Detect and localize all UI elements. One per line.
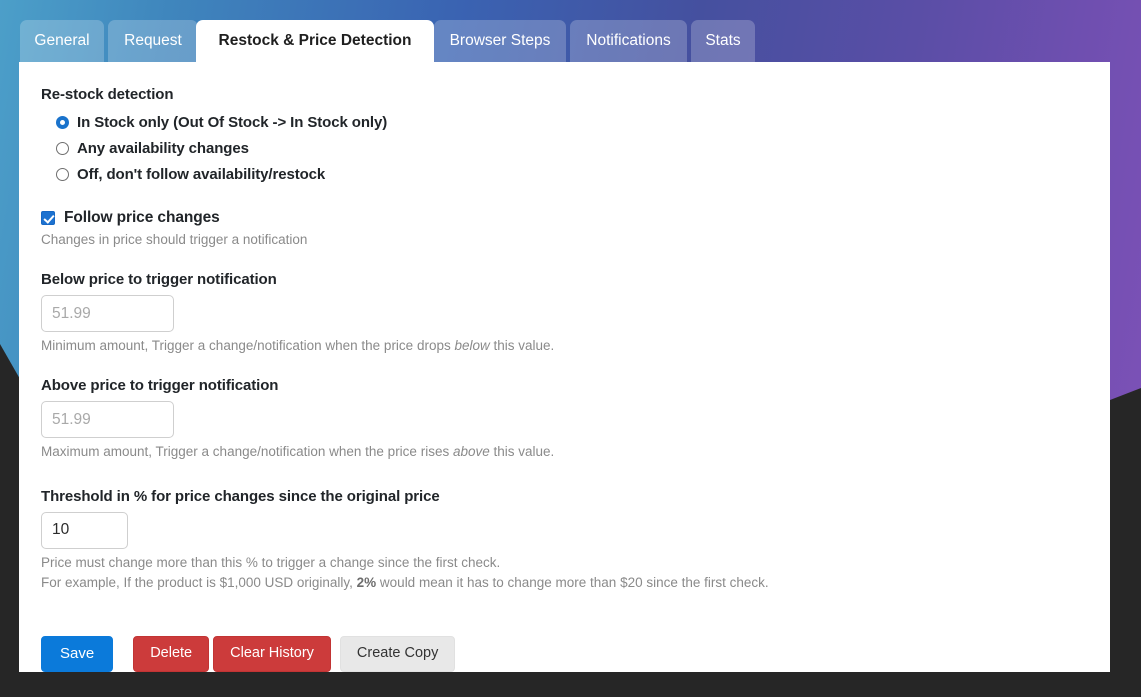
tab-request[interactable]: Request bbox=[108, 20, 198, 64]
restock-detection-title: Re-stock detection bbox=[41, 86, 174, 103]
save-button[interactable]: Save bbox=[41, 636, 114, 673]
radio-label: Off, don't follow availability/restock bbox=[77, 165, 326, 183]
above-price-help: Maximum amount, Trigger a change/notific… bbox=[41, 443, 1081, 461]
threshold-input[interactable] bbox=[41, 511, 128, 549]
radio-icon[interactable] bbox=[56, 141, 69, 155]
below-price-input[interactable] bbox=[41, 295, 174, 333]
restock-price-settings-form: Re-stock detection In Stock only (Out Of… bbox=[41, 86, 1081, 673]
below-price-field-group: Below price to trigger notification Mini… bbox=[41, 271, 1081, 355]
threshold-help-prefix: For example, If the product is $1,000 US… bbox=[41, 574, 357, 590]
above-price-field-group: Above price to trigger notification Maxi… bbox=[41, 377, 1081, 461]
above-price-help-prefix: Maximum amount, Trigger a change/notific… bbox=[41, 444, 453, 460]
restock-detection-radio-group: In Stock only (Out Of Stock -> In Stock … bbox=[41, 109, 1081, 187]
tab-general[interactable]: General bbox=[20, 20, 104, 64]
tab-label: Notifications bbox=[586, 32, 671, 49]
tab-browser-steps[interactable]: Browser Steps bbox=[434, 20, 566, 64]
threshold-help-line-1: Price must change more than this % to tr… bbox=[41, 554, 501, 570]
create-copy-button[interactable]: Create Copy bbox=[339, 636, 456, 672]
above-price-help-emphasis: above bbox=[452, 444, 490, 460]
follow-price-changes-row[interactable]: Follow price changes bbox=[41, 209, 1081, 227]
radio-icon[interactable] bbox=[56, 167, 69, 181]
delete-button[interactable]: Delete bbox=[133, 636, 210, 672]
above-price-help-suffix: this value. bbox=[489, 444, 555, 460]
below-price-help: Minimum amount, Trigger a change/notific… bbox=[41, 337, 1081, 355]
tab-strip: General Request Restock & Price Detectio… bbox=[0, 0, 1141, 64]
tab-label: General bbox=[34, 32, 90, 49]
below-price-help-suffix: this value. bbox=[489, 338, 555, 354]
clear-history-button[interactable]: Clear History bbox=[213, 636, 331, 672]
radio-option-off[interactable]: Off, don't follow availability/restock bbox=[56, 161, 1081, 187]
tab-label: Restock & Price Detection bbox=[218, 32, 412, 49]
tab-label: Stats bbox=[705, 32, 741, 49]
follow-price-changes-help: Changes in price should trigger a notifi… bbox=[41, 232, 308, 247]
threshold-help-line-2: For example, If the product is $1,000 US… bbox=[41, 574, 1081, 592]
content-panel: Re-stock detection In Stock only (Out Of… bbox=[19, 62, 1110, 673]
threshold-help-suffix: would mean it has to change more than $2… bbox=[376, 574, 769, 590]
radio-option-any-availability-changes[interactable]: Any availability changes bbox=[56, 135, 1081, 161]
radio-label: Any availability changes bbox=[77, 139, 249, 157]
radio-icon[interactable] bbox=[56, 115, 69, 129]
threshold-field-group: Threshold in % for price changes since t… bbox=[41, 488, 1081, 592]
threshold-label: Threshold in % for price changes since t… bbox=[41, 487, 440, 505]
radio-option-in-stock-only[interactable]: In Stock only (Out Of Stock -> In Stock … bbox=[56, 109, 1081, 135]
above-price-input[interactable] bbox=[41, 401, 174, 439]
radio-label: In Stock only (Out Of Stock -> In Stock … bbox=[77, 113, 388, 131]
below-price-label: Below price to trigger notification bbox=[41, 271, 277, 289]
form-button-bar: Save Delete Clear History Create Copy bbox=[41, 636, 1081, 673]
above-price-label: Above price to trigger notification bbox=[41, 377, 279, 395]
tab-stats[interactable]: Stats bbox=[691, 20, 755, 64]
checkbox-icon[interactable] bbox=[41, 211, 55, 225]
tab-restock-price-detection[interactable]: Restock & Price Detection bbox=[196, 20, 434, 64]
below-price-help-prefix: Minimum amount, Trigger a change/notific… bbox=[41, 338, 455, 354]
tab-label: Browser Steps bbox=[449, 32, 551, 49]
below-price-help-emphasis: below bbox=[454, 338, 490, 354]
tab-notifications[interactable]: Notifications bbox=[570, 20, 687, 64]
follow-price-changes-label: Follow price changes bbox=[64, 209, 220, 226]
tab-label: Request bbox=[124, 32, 182, 49]
threshold-help-bold: 2% bbox=[356, 574, 377, 590]
